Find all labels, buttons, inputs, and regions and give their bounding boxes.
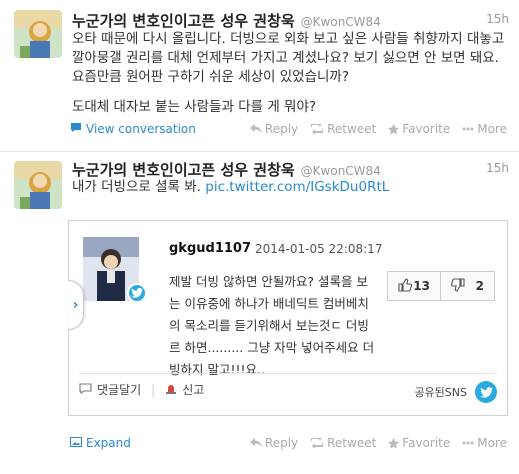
display-name[interactable]: 누군가의 변호인이고픈 성우 권창욱 @KwonCW84 — [72, 10, 381, 31]
card-date: 2014-01-05 22:08:17 — [255, 242, 383, 256]
retweet-label: Retweet — [327, 436, 377, 450]
favorite-button[interactable]: Favorite — [388, 436, 450, 450]
comment-label: 댓글달기 — [97, 383, 142, 397]
reply-button[interactable]: Reply — [249, 436, 299, 450]
more-dots-icon — [462, 441, 474, 445]
display-name[interactable]: 누군가의 변호인이고픈 성우 권창욱 @KwonCW84 — [72, 159, 381, 180]
thumbs-down-count: 2 — [475, 279, 484, 293]
more-button[interactable]: More — [462, 122, 507, 136]
photo-icon — [70, 436, 82, 450]
thumbs-up-icon — [398, 277, 413, 295]
comment-icon — [79, 382, 92, 397]
favorite-label: Favorite — [402, 436, 451, 450]
report-label: 신고 — [182, 383, 205, 397]
handle[interactable]: @KwonCW84 — [301, 15, 381, 29]
star-icon — [388, 123, 400, 135]
thumbs-up-button[interactable]: 13 — [387, 271, 441, 301]
card-divider — [79, 373, 497, 374]
tweet-text-prefix: 내가 더빙으로 셜록 봐. — [72, 179, 206, 195]
more-label: More — [477, 436, 507, 450]
favorite-label: Favorite — [402, 122, 451, 136]
timestamp[interactable]: 15h — [486, 12, 509, 26]
avatar[interactable] — [14, 161, 62, 209]
tweet-text: 내가 더빙으로 셜록 봐. pic.twitter.com/IGskDu0RtL — [72, 178, 512, 197]
tweet-actions: Reply Retweet Favorite More — [249, 122, 507, 136]
retweet-label: Retweet — [327, 122, 377, 136]
star-icon — [388, 437, 400, 449]
retweet-icon — [310, 124, 324, 134]
display-name-text[interactable]: 누군가의 변호인이고픈 성우 권창욱 — [72, 161, 295, 179]
retweet-button[interactable]: Retweet — [310, 122, 376, 136]
retweet-icon — [310, 438, 324, 448]
tweet-actions: Reply Retweet Favorite More — [249, 436, 507, 450]
expand-label: Expand — [86, 436, 131, 450]
expand-link[interactable]: Expand — [70, 436, 131, 450]
reply-icon — [249, 438, 262, 448]
tweet-text-line: 도대체 대자보 붙는 사람들과 다를 게 뭐야? — [72, 99, 317, 115]
embedded-media-card: gkgud1107 2014-01-05 22:08:17 제발 더빙 않하면 … — [68, 220, 508, 416]
tweet: 누군가의 변호인이고픈 성우 권창욱 @KwonCW84 15h 오타 때문에 다… — [0, 0, 519, 152]
retweet-button[interactable]: Retweet — [310, 436, 376, 450]
twitter-bird-icon — [127, 283, 147, 303]
favorite-button[interactable]: Favorite — [388, 122, 450, 136]
card-text: 제발 더빙 않하면 안될까요? 셜록을 보는 이유중에 하나가 배네딕트 컴버베… — [169, 274, 375, 377]
reply-label: Reply — [264, 436, 299, 450]
more-dots-icon — [462, 127, 474, 131]
card-username[interactable]: gkgud1107 — [169, 241, 251, 256]
card-footer: 댓글달기 | 신고 — [79, 381, 204, 398]
reply-button[interactable]: Reply — [249, 122, 299, 136]
avatar[interactable] — [14, 10, 62, 58]
display-name-text[interactable]: 누군가의 변호인이고픈 성우 권창욱 — [72, 12, 295, 30]
siren-icon — [165, 382, 177, 397]
handle[interactable]: @KwonCW84 — [301, 164, 381, 178]
view-conversation-label: View conversation — [86, 122, 196, 136]
speech-bubble-icon — [70, 122, 82, 136]
timestamp[interactable]: 15h — [486, 161, 509, 175]
thumbs-up-count: 13 — [413, 279, 430, 293]
footer-separator: | — [151, 382, 156, 397]
shared-sns-label: 공유된SNS — [414, 386, 467, 399]
thumbs-down-button[interactable]: 2 — [441, 271, 495, 301]
report-button[interactable]: 신고 — [165, 381, 204, 398]
tweet-text: 오타 때문에 다시 올립니다. 더빙으로 외화 보고 싶은 사람들 취향까지 대… — [72, 31, 505, 85]
tweet: 누군가의 변호인이고픈 성우 권창욱 @KwonCW84 15h 내가 더빙으로 … — [0, 152, 519, 474]
shared-sns[interactable]: 공유된SNS — [414, 381, 497, 403]
reply-icon — [249, 124, 262, 134]
twitter-share-icon[interactable] — [475, 381, 497, 403]
reply-label: Reply — [264, 122, 299, 136]
more-button[interactable]: More — [462, 436, 507, 450]
view-conversation-link[interactable]: View conversation — [70, 122, 196, 136]
thumbs-down-icon — [450, 277, 465, 295]
pic-link[interactable]: pic.twitter.com/IGskDu0RtL — [205, 179, 389, 195]
comment-button[interactable]: 댓글달기 — [79, 381, 141, 398]
more-label: More — [477, 122, 507, 136]
